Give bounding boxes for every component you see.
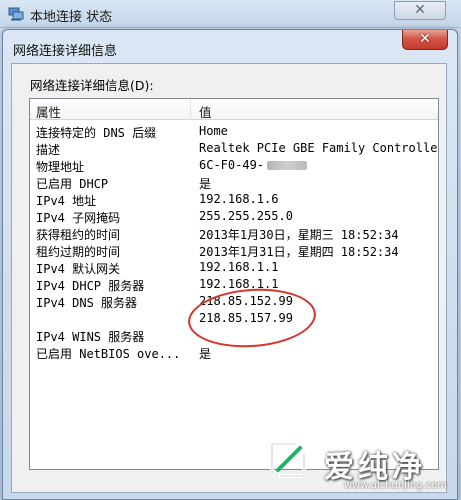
network-details-dialog: 网络连接详细信息 ✕ 网络连接详细信息(D): 属性 值 连接特定的 DNS 后…	[2, 29, 458, 500]
property-cell: IPv4 DHCP 服务器	[36, 279, 145, 293]
property-cell: IPv4 DNS 服务器	[36, 296, 138, 310]
property-cell: 租约过期的时间	[36, 245, 121, 259]
value-cell: 192.168.1.6	[199, 192, 279, 206]
table-row[interactable]: IPv4 默认网关 192.168.1.1	[30, 259, 438, 276]
mac-address-value: 6C-F0-49-	[199, 158, 265, 172]
column-header-property[interactable]: 属性	[36, 102, 61, 121]
dialog-content: 网络连接详细信息(D): 属性 值 连接特定的 DNS 后缀 Home 描述 R…	[11, 63, 447, 493]
property-cell: 物理地址	[36, 160, 85, 174]
details-list[interactable]: 属性 值 连接特定的 DNS 后缀 Home 描述 Realtek PCIe G…	[29, 98, 439, 470]
list-header: 属性 值	[30, 99, 438, 121]
value-cell: Home	[199, 124, 228, 138]
table-row[interactable]: 描述 Realtek PCIe GBE Family Controlle	[30, 140, 438, 157]
property-cell: IPv4 子网掩码	[36, 211, 121, 225]
property-cell: IPv4 WINS 服务器	[36, 330, 145, 344]
table-row[interactable]: IPv4 子网掩码 255.255.255.0	[30, 208, 438, 225]
property-cell: 连接特定的 DNS 后缀	[36, 126, 157, 140]
network-connection-icon	[8, 7, 24, 21]
dialog-close-button[interactable]: ✕	[402, 30, 448, 50]
property-cell: 已启用 NetBIOS ove...	[36, 347, 181, 361]
aichunjing-logo-icon	[270, 442, 306, 478]
background-window-title: 本地连接 状态	[30, 10, 113, 25]
table-row[interactable]: IPv4 地址 192.168.1.6	[30, 191, 438, 208]
dialog-title: 网络连接详细信息	[13, 44, 118, 59]
table-row[interactable]: 获得租约的时间 2013年1月30日，星期三 18:52:34	[30, 225, 438, 242]
property-cell: 已启用 DHCP	[36, 177, 109, 191]
property-cell: IPv4 地址	[36, 194, 97, 208]
value-cell: 是	[199, 347, 212, 361]
value-cell: 6C-F0-49-	[199, 158, 308, 172]
property-cell: 描述	[36, 143, 61, 157]
property-cell: IPv4 默认网关	[36, 262, 121, 276]
background-close-button[interactable]: ✕	[394, 1, 446, 20]
table-row[interactable]: 物理地址 6C-F0-49-	[30, 157, 438, 174]
table-row[interactable]: 已启用 DHCP 是	[30, 174, 438, 191]
table-row[interactable]: 租约过期的时间 2013年1月31日，星期四 18:52:34	[30, 242, 438, 259]
value-cell: 2013年1月31日，星期四 18:52:34	[199, 245, 399, 259]
watermark: 爱纯净 www.aichunjing.com	[262, 436, 457, 498]
redacted-mask	[267, 161, 308, 170]
value-cell: 255.255.255.0	[199, 209, 293, 223]
value-cell: 是	[199, 177, 212, 191]
property-cell: 获得租约的时间	[36, 228, 121, 242]
watermark-url: www.aichunjing.com	[344, 480, 447, 491]
value-cell: 192.168.1.1	[199, 260, 279, 274]
column-divider[interactable]	[190, 99, 191, 120]
value-cell: 2013年1月30日，星期三 18:52:34	[199, 228, 399, 242]
table-row[interactable]: 连接特定的 DNS 后缀 Home	[30, 123, 438, 140]
column-header-value[interactable]: 值	[199, 102, 212, 121]
list-label: 网络连接详细信息(D):	[30, 78, 154, 93]
background-titlebar: 本地连接 状态 ✕	[0, 0, 461, 28]
value-cell: Realtek PCIe GBE Family Controlle	[199, 141, 438, 155]
